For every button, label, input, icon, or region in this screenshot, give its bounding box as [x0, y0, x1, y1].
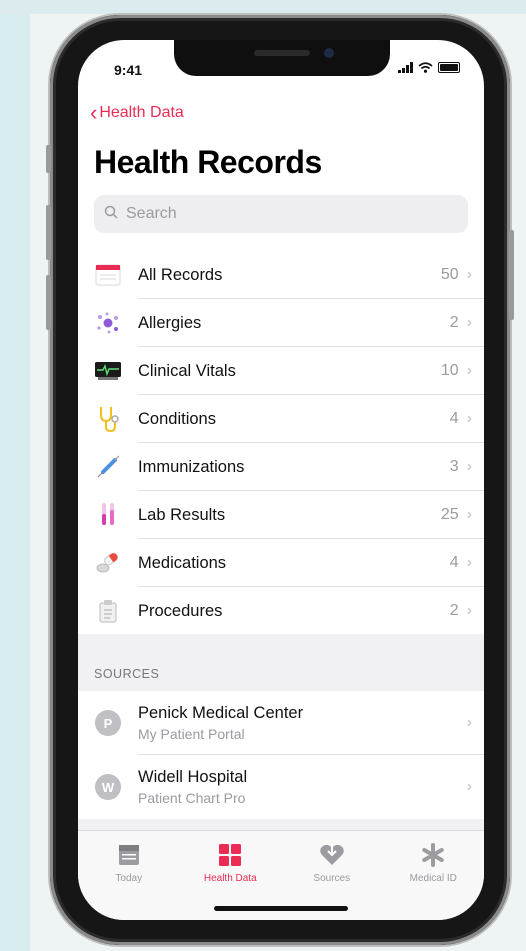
record-row-lab-results[interactable]: Lab Results 25 ›	[78, 491, 484, 539]
battery-icon	[438, 62, 460, 73]
sources-header: SOURCES	[94, 667, 160, 681]
tab-label: Today	[115, 873, 143, 884]
speaker	[254, 50, 310, 56]
source-name: Widell Hospital	[138, 768, 248, 786]
record-count: 2	[449, 602, 459, 619]
heart-icon	[319, 844, 344, 865]
tab-medical-id[interactable]: Medical ID	[383, 831, 485, 920]
procedures-icon	[78, 598, 138, 624]
source-avatar: W	[95, 774, 121, 800]
signal-icon	[398, 62, 413, 73]
grid-icon	[219, 844, 242, 866]
record-label: Clinical Vitals	[138, 361, 236, 380]
back-button[interactable]: ‹ Health Data	[90, 102, 184, 124]
record-count: 25	[440, 506, 459, 523]
chevron-left-icon: ‹	[90, 100, 98, 125]
record-row-clinical-vitals[interactable]: Clinical Vitals 10 ›	[78, 347, 484, 395]
today-icon	[118, 845, 139, 865]
source-text: Penick Medical Center My Patient Portal	[138, 704, 467, 742]
tab-label: Health Data	[203, 873, 257, 884]
record-label: Allergies	[138, 313, 202, 332]
chevron-right-icon: ›	[466, 602, 472, 619]
clinical-vitals-icon	[78, 361, 138, 381]
side-button	[509, 230, 514, 320]
chevron-right-icon: ›	[466, 266, 472, 283]
record-count: 4	[449, 410, 459, 427]
wifi-icon	[418, 62, 433, 73]
record-count: 3	[449, 458, 459, 475]
asterisk-icon	[422, 843, 444, 867]
chevron-right-icon: ›	[466, 778, 472, 795]
record-label: Conditions	[138, 409, 216, 428]
record-label: Immunizations	[138, 457, 245, 476]
pills-icon	[78, 551, 138, 575]
syringe-icon	[78, 454, 138, 480]
record-row-all-records[interactable]: All Records 50 ›	[78, 251, 484, 299]
record-count: 4	[449, 554, 459, 571]
record-row-procedures[interactable]: Procedures 2 ›	[78, 587, 484, 635]
tab-label: Medical ID	[409, 873, 457, 884]
tab-label: Sources	[313, 873, 351, 884]
record-row-conditions[interactable]: Conditions 4 ›	[78, 395, 484, 443]
source-subtitle: My Patient Portal	[138, 726, 245, 742]
chevron-right-icon: ›	[466, 506, 472, 523]
stethoscope-icon	[78, 405, 138, 433]
chevron-right-icon: ›	[466, 362, 472, 379]
chevron-right-icon: ›	[466, 410, 472, 427]
record-label: Procedures	[138, 601, 223, 620]
back-label: Health Data	[99, 104, 184, 121]
record-label: Medications	[138, 553, 227, 572]
source-subtitle: Patient Chart Pro	[138, 790, 246, 806]
allergies-icon	[78, 311, 138, 335]
chevron-right-icon: ›	[466, 314, 472, 331]
record-row-allergies[interactable]: Allergies 2 ›	[78, 299, 484, 347]
camera	[324, 48, 334, 58]
all-records-icon	[78, 264, 138, 286]
record-count: 50	[440, 266, 459, 283]
chevron-right-icon: ›	[466, 458, 472, 475]
records-list: All Records 50 › Allergies 2 › Clinical …	[78, 251, 484, 635]
search-icon	[104, 205, 118, 223]
record-label: All Records	[138, 265, 223, 284]
tab-today[interactable]: Today	[78, 831, 180, 920]
chevron-right-icon: ›	[466, 554, 472, 571]
home-indicator[interactable]	[214, 906, 348, 911]
volume-down-button	[46, 275, 51, 330]
record-count: 10	[440, 362, 459, 379]
source-row[interactable]: P Penick Medical Center My Patient Porta…	[78, 691, 484, 755]
status-time: 9:41	[114, 62, 143, 78]
volume-up-button	[46, 205, 51, 260]
notch	[174, 40, 390, 76]
record-label: Lab Results	[138, 505, 226, 524]
source-name: Penick Medical Center	[138, 704, 304, 722]
background-top	[0, 0, 526, 14]
search-input[interactable]	[124, 204, 428, 224]
phone-screen: 9:41 ‹ Health Data Health Records All Re…	[78, 40, 484, 920]
chevron-right-icon: ›	[466, 714, 472, 731]
source-text: Widell Hospital Patient Chart Pro	[138, 768, 467, 806]
test-tubes-icon	[78, 501, 138, 529]
record-row-immunizations[interactable]: Immunizations 3 ›	[78, 443, 484, 491]
mute-switch	[46, 145, 51, 173]
record-count: 2	[449, 314, 459, 331]
sources-list: P Penick Medical Center My Patient Porta…	[78, 691, 484, 819]
status-icons	[398, 62, 460, 73]
source-row[interactable]: W Widell Hospital Patient Chart Pro ›	[78, 755, 484, 819]
page-title: Health Records	[94, 144, 322, 180]
search-bar[interactable]	[94, 195, 468, 233]
record-row-medications[interactable]: Medications 4 ›	[78, 539, 484, 587]
source-avatar: P	[95, 710, 121, 736]
background-left	[0, 0, 30, 951]
